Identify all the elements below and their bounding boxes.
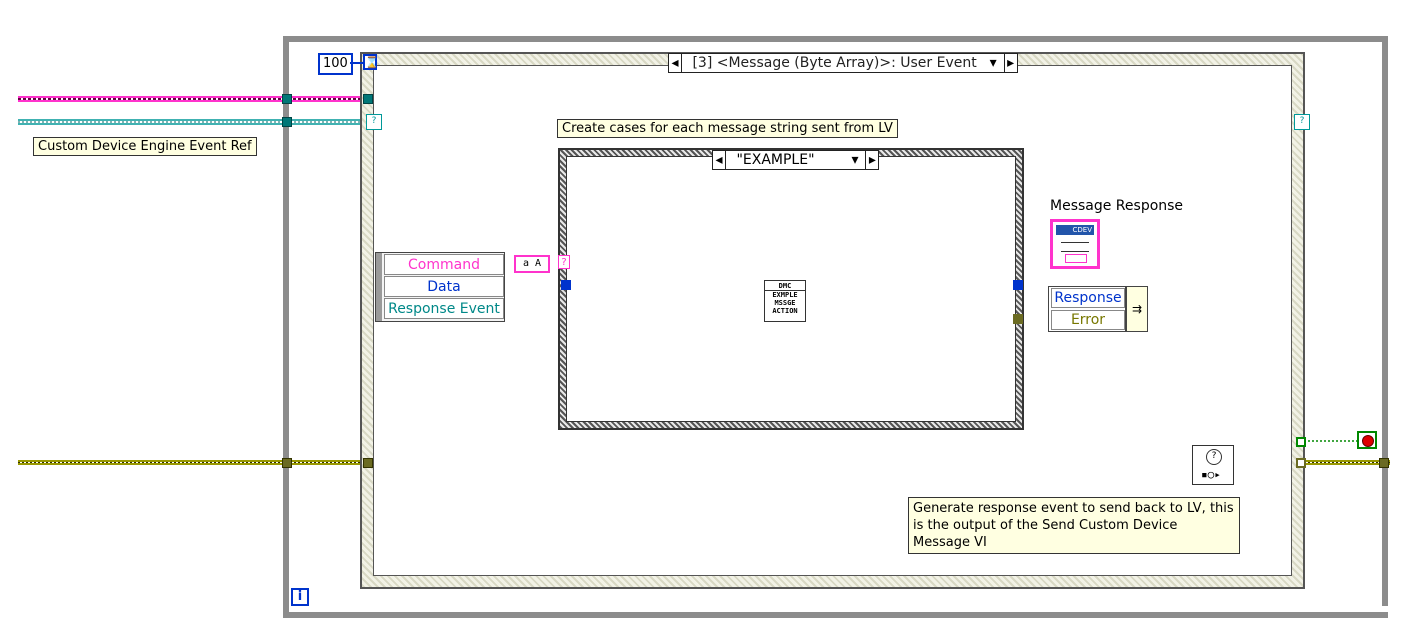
event-tunnel-cluster[interactable] — [363, 94, 373, 104]
loop-tunnel-cluster[interactable] — [282, 94, 292, 104]
unbundle-command[interactable]: Command — [384, 254, 504, 275]
case-next-arrow[interactable]: ▸ — [865, 151, 878, 169]
stop-icon — [1362, 435, 1374, 447]
example-message-action-vi[interactable]: DMC EXMPLE MSSGE ACTION — [764, 280, 806, 322]
event-tunnel-error-in[interactable] — [363, 458, 373, 468]
case-selector-label: "EXAMPLE" — [736, 152, 815, 168]
case-selector[interactable]: ◂ "EXAMPLE" ▾ ▸ — [712, 150, 880, 170]
event-tunnel-error-out[interactable] — [1296, 458, 1306, 468]
cdev-icon: CDEV — [1056, 225, 1094, 235]
vi-dmc-text: DMC — [765, 282, 805, 291]
message-response-label: Message Response — [1050, 198, 1184, 214]
unbundle-by-name-node[interactable]: Command Data Response Event — [375, 252, 505, 322]
vi-line2: EXMPLE — [772, 291, 798, 299]
unbundle-data[interactable]: Data — [384, 276, 504, 297]
while-loop-right-border — [1382, 36, 1388, 606]
event-tunnel-boolean[interactable] — [1296, 437, 1306, 447]
loop-tunnel-event-ref[interactable] — [282, 117, 292, 127]
message-response-constant[interactable]: CDEV — [1050, 219, 1100, 269]
vi-line4: ACTION — [772, 307, 798, 315]
unbundle-response-event[interactable]: Response Event — [384, 298, 504, 319]
case-tunnel-data-out[interactable] — [1013, 280, 1023, 290]
case-tunnel-data-in[interactable] — [561, 280, 571, 290]
case-dropdown-icon[interactable]: ▾ — [849, 151, 861, 169]
next-case-arrow[interactable]: ▸ — [1003, 54, 1017, 72]
loop-tunnel-error-out[interactable] — [1379, 458, 1389, 468]
prev-case-arrow[interactable]: ◂ — [669, 54, 682, 72]
case-selector-terminal[interactable]: ? — [558, 255, 570, 269]
generate-arrow-icon: ▪○▸ — [1201, 468, 1221, 481]
cluster-bottom-icon — [1065, 254, 1087, 263]
vi-line3: MSSGE — [774, 299, 796, 307]
event-reg-terminal-left[interactable]: ? — [366, 114, 382, 130]
iteration-terminal[interactable]: i — [291, 588, 309, 606]
case-tunnel-error-out[interactable] — [1013, 314, 1023, 324]
event-ref-label: Custom Device Engine Event Ref — [33, 137, 257, 156]
bundle-by-name-node[interactable]: Response Error — [1048, 286, 1126, 332]
event-case-label: [3] <Message (Byte Array)>: User Event — [692, 55, 977, 71]
bundle-output-terminal[interactable]: ⇉ — [1126, 286, 1148, 332]
cluster-glyph-icon — [1061, 242, 1089, 252]
bundle-error[interactable]: Error — [1051, 310, 1125, 330]
case-prev-arrow[interactable]: ◂ — [713, 151, 726, 169]
string-case-function[interactable]: a A — [514, 255, 550, 273]
generate-user-event-node[interactable]: ? ▪○▸ — [1192, 445, 1234, 485]
case-comment: Create cases for each message string sen… — [557, 119, 898, 138]
stop-terminal[interactable] — [1357, 431, 1377, 449]
string-case-icon-text: a A — [522, 258, 542, 269]
event-reg-terminal-right[interactable]: ? — [1294, 114, 1310, 130]
timeout-terminal-icon[interactable]: ⌛ — [363, 54, 379, 70]
timeout-constant[interactable]: 100 — [318, 53, 353, 75]
event-case-selector[interactable]: ◂ [3] <Message (Byte Array)>: User Event… — [668, 53, 1018, 73]
event-icon: ? — [1206, 449, 1222, 465]
unbundle-left-handle — [376, 253, 382, 321]
loop-tunnel-error[interactable] — [282, 458, 292, 468]
bundle-response[interactable]: Response — [1051, 288, 1125, 308]
timeout-wire — [350, 62, 364, 64]
case-dropdown-icon[interactable]: ▾ — [987, 54, 999, 72]
response-comment: Generate response event to send back to … — [908, 497, 1240, 554]
